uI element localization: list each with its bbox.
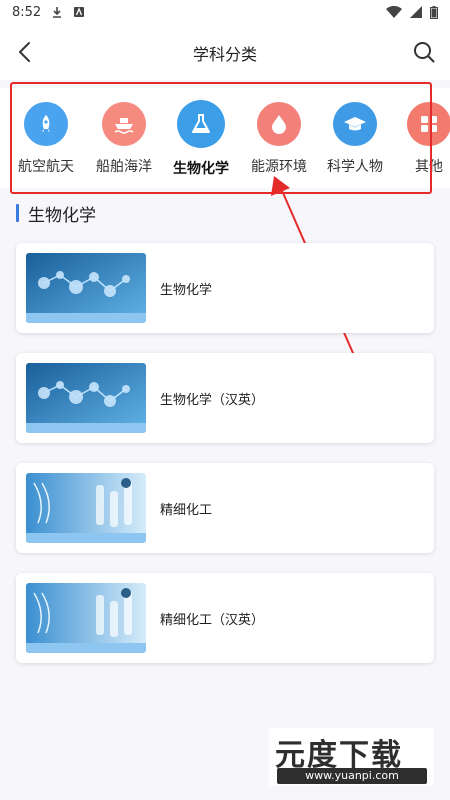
category-label: 船舶海洋: [96, 159, 152, 175]
course-thumbnail: [26, 253, 146, 323]
section-title: 生物化学: [28, 205, 96, 226]
category-energy[interactable]: 能源环境: [239, 102, 319, 176]
flask-icon: [177, 100, 225, 148]
course-card[interactable]: 精细化工（汉英）: [16, 573, 434, 663]
battery-icon: [430, 5, 438, 19]
course-title: 精细化工（汉英）: [160, 612, 265, 628]
category-label: 能源环境: [251, 159, 307, 175]
course-thumbnail: [26, 363, 146, 433]
status-time: 8:52: [12, 4, 42, 20]
app-header: 学科分类: [0, 24, 450, 80]
grid-icon: [407, 102, 450, 146]
course-card[interactable]: 生物化学（汉英）: [16, 353, 434, 443]
status-bar: 8:52: [0, 0, 450, 24]
category-aerospace[interactable]: 航空航天: [6, 102, 86, 176]
course-thumbnail: [26, 583, 146, 653]
course-title: 生物化学: [160, 282, 213, 298]
rocket-icon: [24, 102, 68, 146]
graduation-cap-icon: [333, 102, 377, 146]
category-label: 生物化学: [173, 161, 229, 177]
ship-icon: [102, 102, 146, 146]
category-label: 其他: [415, 159, 443, 175]
droplet-icon: [257, 102, 301, 146]
course-thumbnail: [26, 473, 146, 543]
course-card[interactable]: 精细化工: [16, 463, 434, 553]
signal-icon: [410, 6, 422, 18]
category-scientists[interactable]: 科学人物: [315, 102, 395, 176]
wifi-icon: [386, 6, 402, 18]
search-icon: [414, 42, 435, 63]
category-marine[interactable]: 船舶海洋: [84, 102, 164, 176]
category-other[interactable]: 其他: [389, 102, 450, 176]
course-title: 精细化工: [160, 502, 213, 518]
search-button[interactable]: [410, 38, 438, 66]
category-strip[interactable]: 航空航天 船舶海洋 生物化学 能源环境 科学人物 其他: [0, 88, 450, 188]
section-header: 生物化学: [16, 202, 96, 226]
course-card[interactable]: 生物化学: [16, 243, 434, 333]
download-icon: [53, 7, 62, 18]
watermark-url: www.yuanpi.com: [277, 768, 427, 784]
section-accent-bar: [16, 204, 19, 222]
app-notification-icon: [74, 7, 85, 17]
category-biochemistry[interactable]: 生物化学: [161, 100, 241, 178]
page-title: 学科分类: [192, 45, 257, 64]
category-label: 科学人物: [327, 159, 383, 175]
course-title: 生物化学（汉英）: [160, 392, 265, 408]
watermark-logo: 元度下载 www.yuanpi.com: [269, 728, 434, 786]
category-label: 航空航天: [18, 159, 74, 175]
